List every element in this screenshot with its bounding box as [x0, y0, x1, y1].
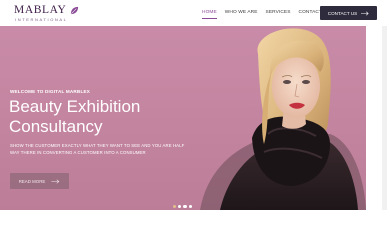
slider-dot-3[interactable]: [183, 205, 187, 209]
slider-dot-2[interactable]: [178, 205, 182, 209]
slider-pagination: [173, 205, 192, 209]
brand-subtitle: INTERNATIONAL: [15, 17, 68, 22]
read-more-button[interactable]: READ MORE: [10, 173, 69, 189]
read-more-button-label: READ MORE: [18, 178, 46, 184]
hero-model-image: [200, 28, 366, 210]
gem-leaf-icon: [70, 6, 79, 15]
brand-name: MABLAY: [14, 4, 67, 16]
nav-item-who-we-are[interactable]: WHO WE ARE: [225, 10, 258, 16]
contact-us-button-label: CONTACT US: [327, 10, 358, 16]
site-header: MABLAY INTERNATIONAL HOME WHO WE ARE SER…: [0, 0, 390, 26]
arrow-right-icon: [361, 11, 369, 15]
slider-dot-4[interactable]: [188, 205, 192, 209]
contact-us-button[interactable]: CONTACT US: [320, 6, 377, 20]
hero-eyebrow: WELCOME TO DIGITAL MARBLEX: [10, 89, 90, 94]
brand-logo[interactable]: MABLAY INTERNATIONAL: [14, 4, 79, 24]
nav-item-home[interactable]: HOME: [202, 10, 217, 19]
hero-title-line-1: Beauty Exhibition: [9, 97, 141, 116]
page-scrollbar[interactable]: [382, 26, 387, 210]
slider-dot-1[interactable]: [173, 205, 177, 209]
hero-title-line-2: Consultancy: [9, 117, 103, 136]
nav-item-services[interactable]: SERVICES: [266, 10, 291, 16]
main-nav: HOME WHO WE ARE SERVICES CONTACT US: [202, 10, 330, 19]
arrow-right-icon: [51, 178, 60, 184]
hero-subtext: SHOW THE CUSTOMER EXACTLY WHAT THEY WANT…: [10, 143, 185, 155]
hero-slider: WELCOME TO DIGITAL MARBLEX Beauty Exhibi…: [0, 26, 366, 210]
